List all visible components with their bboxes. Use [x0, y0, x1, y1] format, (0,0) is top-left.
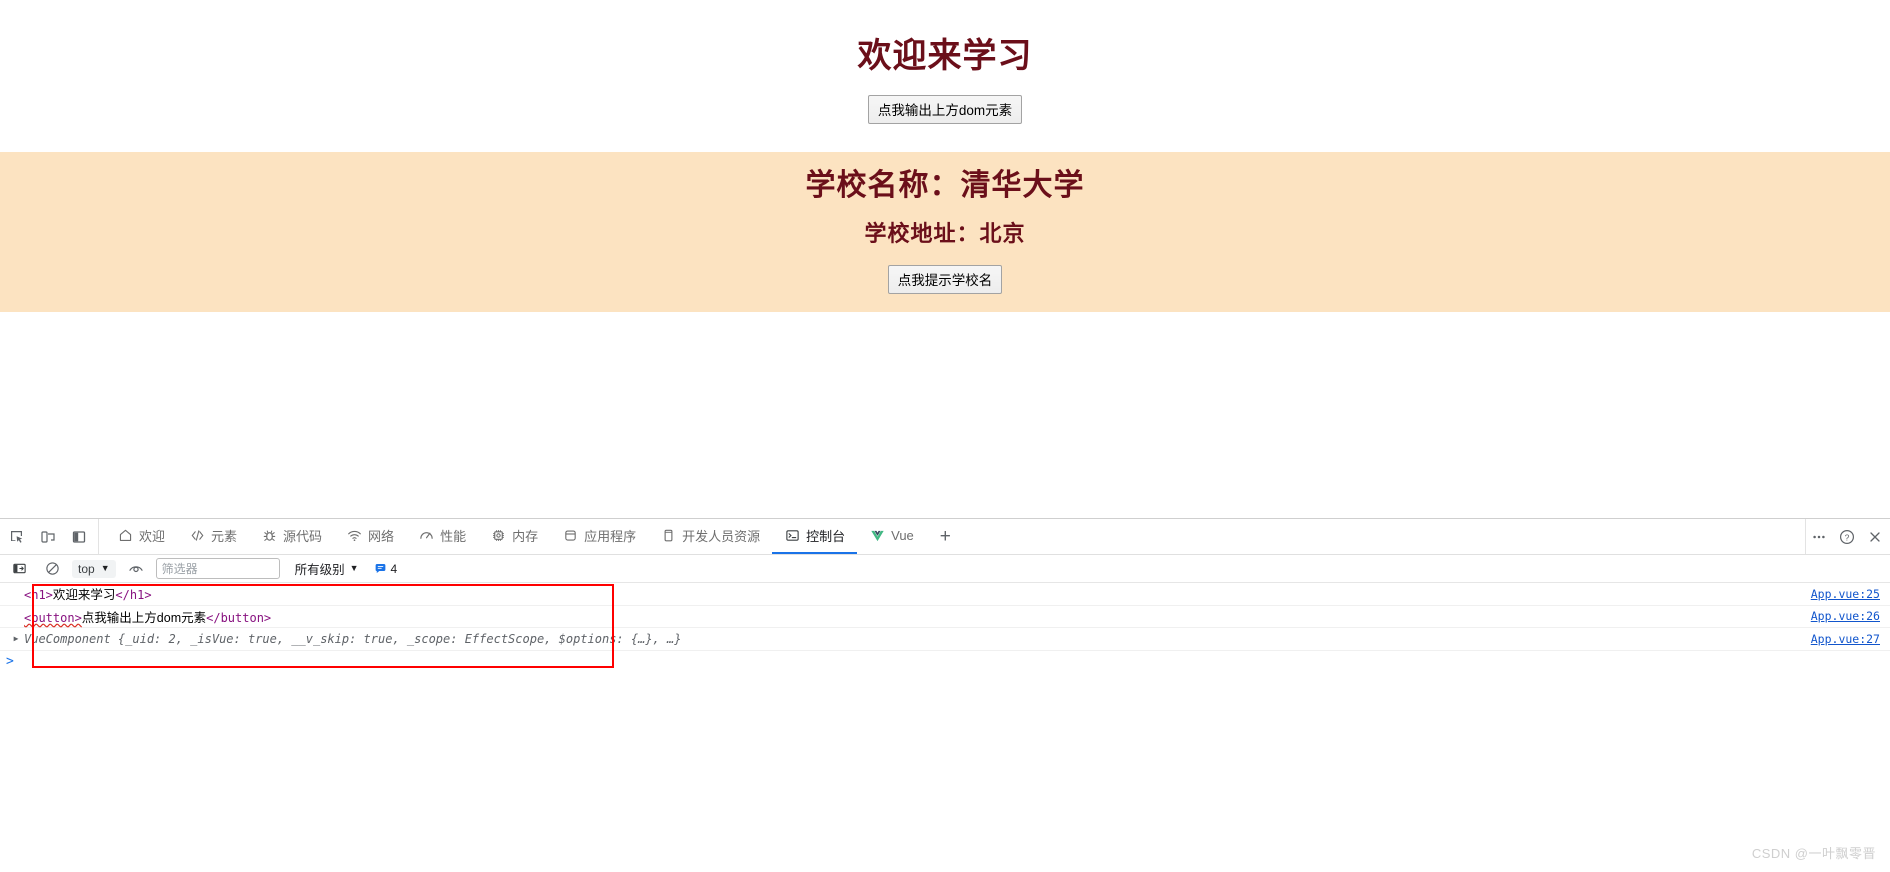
school-name-heading: 学校名称：清华大学 [805, 169, 1085, 203]
console-row[interactable]: ▶ VueComponent {_uid: 2, _isVue: true, _… [0, 628, 1890, 651]
source-link[interactable]: App.vue:27 [1811, 632, 1880, 646]
devtools-right-toolbar: ? [1805, 519, 1890, 554]
console-level-value: 所有级别 [294, 563, 345, 577]
output-dom-button[interactable]: 点我输出上方dom元素 [867, 95, 1023, 125]
devtools-panel: 欢迎 元素 源代码 网络 性能 内存 应用程序 开发人员资源 控制台 Vue +… [0, 518, 1890, 872]
tab-application[interactable]: 应用程序 [550, 519, 648, 554]
console-toolbar: top ▼ 所有级别 ▼ 4 [0, 555, 1890, 583]
html-close-tag: </h1> [115, 588, 152, 603]
dom-button-row: 点我输出上方dom元素 [0, 95, 1890, 125]
tab-memory-label: 内存 [512, 529, 539, 544]
chevron-down-icon: ▼ [349, 563, 359, 573]
more-options-icon[interactable] [1806, 524, 1832, 550]
console-message-count[interactable]: 4 [366, 561, 398, 576]
gauge-icon [418, 528, 434, 544]
console-context-value: top [78, 561, 95, 576]
message-bubble-icon [374, 562, 387, 575]
console-message-count-value: 4 [390, 561, 398, 576]
console-row[interactable]: <h1>欢迎来学习</h1> App.vue:25 [0, 583, 1890, 606]
console-output[interactable]: <h1>欢迎来学习</h1> App.vue:25 <button>点我输出上方… [0, 583, 1890, 872]
tab-sources-label: 源代码 [283, 529, 323, 544]
tab-console-label: 控制台 [806, 529, 846, 544]
tab-vue[interactable]: Vue [857, 519, 926, 554]
source-link[interactable]: App.vue:25 [1811, 587, 1880, 601]
html-open-tag: <h1> [24, 588, 53, 603]
tab-network[interactable]: 网络 [334, 519, 406, 554]
inspect-element-icon[interactable] [4, 524, 30, 550]
tab-sources[interactable]: 源代码 [249, 519, 334, 554]
console-prompt-symbol: > [6, 654, 14, 669]
console-filter-input[interactable] [155, 558, 280, 579]
tab-application-label: 应用程序 [584, 529, 637, 544]
chevron-down-icon: ▼ [100, 563, 110, 573]
web-page-viewport: 欢迎来学习 点我输出上方dom元素 学校名称：清华大学 学校地址：北京 点我提示… [0, 0, 1890, 518]
tab-network-label: 网络 [368, 529, 395, 544]
console-row-content: VueComponent {_uid: 2, _isVue: true, __v… [24, 631, 682, 646]
html-text: 欢迎来学习 [52, 588, 116, 603]
school-button-row: 点我提示学校名 [0, 249, 1890, 294]
school-address-heading: 学校地址：北京 [864, 220, 1026, 246]
tab-elements-label: 元素 [211, 529, 238, 544]
devtools-tab-list: 欢迎 元素 源代码 网络 性能 内存 应用程序 开发人员资源 控制台 Vue + [99, 519, 965, 554]
alert-school-name-button[interactable]: 点我提示学校名 [887, 264, 1003, 294]
device-icon [660, 528, 676, 544]
tab-developer-resources-label: 开发人员资源 [682, 529, 761, 544]
device-toolbar-icon[interactable] [35, 524, 61, 550]
console-sidebar-icon[interactable] [6, 556, 32, 582]
chip-icon [490, 528, 506, 544]
console-row-content: <h1>欢迎来学习</h1> [24, 584, 152, 603]
tab-performance[interactable]: 性能 [406, 519, 478, 554]
bug-icon [261, 528, 277, 544]
help-icon[interactable]: ? [1834, 524, 1860, 550]
tab-welcome-label: 欢迎 [139, 529, 166, 544]
code-icon [189, 528, 205, 544]
tab-console[interactable]: 控制台 [772, 519, 858, 554]
console-row-content: <button>点我输出上方dom元素</button> [24, 607, 271, 626]
home-icon [117, 528, 133, 544]
html-close-tag: </button> [206, 610, 272, 625]
source-link[interactable]: App.vue:26 [1811, 609, 1880, 623]
dock-side-icon[interactable] [66, 524, 92, 550]
console-row[interactable]: <button>点我输出上方dom元素</button> App.vue:26 [0, 606, 1890, 628]
close-icon[interactable] [1862, 524, 1888, 550]
tab-elements[interactable]: 元素 [177, 519, 249, 554]
clear-console-icon[interactable] [39, 556, 65, 582]
console-prompt[interactable]: > [0, 651, 1890, 673]
page-title: 欢迎来学习 [857, 37, 1033, 75]
live-expression-icon[interactable] [123, 556, 149, 582]
vue-logo-icon [869, 528, 885, 544]
tab-welcome[interactable]: 欢迎 [105, 519, 177, 554]
svg-text:?: ? [1845, 532, 1850, 542]
tab-vue-label: Vue [891, 528, 914, 543]
tab-memory[interactable]: 内存 [478, 519, 550, 554]
devtools-left-toolbar [0, 519, 99, 554]
console-context-selector[interactable]: top ▼ [72, 559, 116, 578]
wifi-icon [346, 528, 362, 544]
devtools-tabbar: 欢迎 元素 源代码 网络 性能 内存 应用程序 开发人员资源 控制台 Vue +… [0, 519, 1890, 555]
expand-arrow-icon[interactable]: ▶ [10, 634, 22, 643]
console-icon [784, 528, 800, 544]
tab-developer-resources[interactable]: 开发人员资源 [648, 519, 772, 554]
school-info-band: 学校名称：清华大学 学校地址：北京 点我提示学校名 [0, 152, 1890, 312]
console-level-selector[interactable]: 所有级别 ▼ [287, 559, 359, 578]
html-open-tag: <button> [24, 610, 82, 625]
database-icon [562, 528, 578, 544]
html-text: 点我输出上方dom元素 [81, 610, 207, 625]
add-tab-button[interactable]: + [926, 519, 965, 554]
watermark: CSDN @一叶飘零晋 [1751, 846, 1876, 861]
tab-performance-label: 性能 [440, 529, 467, 544]
